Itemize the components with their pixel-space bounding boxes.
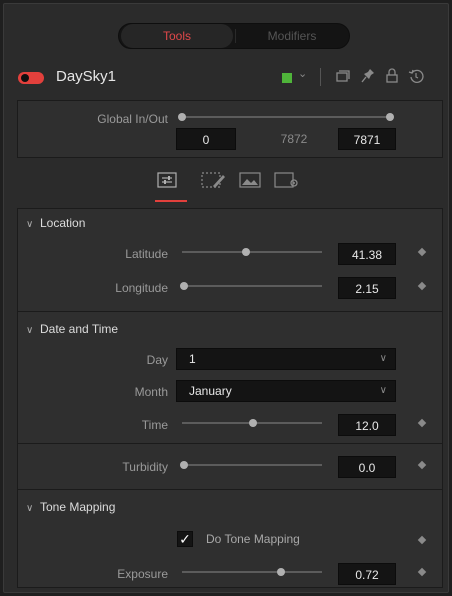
section-divider xyxy=(17,443,443,444)
latitude-slider-handle[interactable] xyxy=(242,248,250,256)
header-divider xyxy=(320,68,321,86)
chevron-down-icon: ∨ xyxy=(26,503,34,514)
section-divider xyxy=(17,311,443,312)
month-label: Month xyxy=(134,385,168,399)
tools-modifiers-toggle: Tools Modifiers xyxy=(118,23,350,49)
settings-tab-icon[interactable] xyxy=(274,172,300,188)
exposure-field[interactable]: 0.72 xyxy=(338,563,396,585)
versions-icon[interactable] xyxy=(334,67,350,85)
section-date-time-label: Date and Time xyxy=(40,322,119,336)
longitude-field[interactable]: 2.15 xyxy=(338,277,396,299)
global-in-field[interactable]: 0 xyxy=(176,128,236,150)
node-name: DaySky1 xyxy=(56,68,117,85)
latitude-label: Latitude xyxy=(125,247,168,261)
global-duration-value: 7872 xyxy=(280,132,308,146)
reset-icon[interactable] xyxy=(408,67,424,85)
chevron-down-icon: ∨ xyxy=(379,353,387,364)
longitude-slider-track[interactable] xyxy=(182,285,322,287)
global-out-field[interactable]: 7871 xyxy=(338,128,396,150)
toggle-divider xyxy=(235,29,236,43)
chevron-down-icon[interactable]: ⌄ xyxy=(298,67,307,80)
chevron-down-icon: ∨ xyxy=(26,325,34,336)
longitude-slider-handle[interactable] xyxy=(180,282,188,290)
time-field[interactable]: 12.0 xyxy=(338,414,396,436)
section-location-label: Location xyxy=(40,216,86,230)
time-slider-handle[interactable] xyxy=(249,419,257,427)
section-divider xyxy=(17,489,443,490)
tab-modifiers[interactable]: Modifiers xyxy=(237,24,347,48)
day-label: Day xyxy=(146,353,168,367)
global-in-out-label: Global In/Out xyxy=(97,112,168,126)
exposure-slider-track[interactable] xyxy=(182,571,322,573)
time-label: Time xyxy=(141,418,168,432)
turbidity-label: Turbidity xyxy=(122,460,168,474)
image-tab-icon[interactable] xyxy=(239,172,261,188)
node-enable-toggle[interactable] xyxy=(18,72,44,84)
do-tone-mapping-checkbox[interactable]: ✓ xyxy=(177,531,193,547)
month-dropdown[interactable]: January ∨ xyxy=(176,380,396,402)
chevron-down-icon: ∨ xyxy=(379,385,387,396)
chevron-down-icon: ∨ xyxy=(26,219,34,230)
global-range-track[interactable] xyxy=(182,116,390,118)
do-tone-mapping-label: Do Tone Mapping xyxy=(206,532,300,546)
tab-tools[interactable]: Tools xyxy=(121,24,233,48)
section-tone-mapping[interactable]: ∨ Tone Mapping xyxy=(26,500,115,514)
node-header: DaySky1 ⌄ xyxy=(4,62,450,92)
inspector-panel: Tools Modifiers DaySky1 ⌄ Global In/Out xyxy=(3,3,449,593)
active-tab-indicator xyxy=(155,200,187,202)
global-out-handle[interactable] xyxy=(386,113,394,121)
node-color-swatch[interactable] xyxy=(282,73,292,83)
day-dropdown[interactable]: 1 ∨ xyxy=(176,348,396,370)
section-tone-mapping-label: Tone Mapping xyxy=(40,500,116,514)
pin-icon[interactable] xyxy=(360,67,376,85)
turbidity-field[interactable]: 0.0 xyxy=(338,456,396,478)
day-value: 1 xyxy=(189,352,196,366)
global-in-handle[interactable] xyxy=(178,113,186,121)
longitude-label: Longitude xyxy=(115,281,168,295)
month-value: January xyxy=(189,384,232,398)
lock-icon[interactable] xyxy=(384,67,400,85)
turbidity-slider-track[interactable] xyxy=(182,464,322,466)
latitude-field[interactable]: 41.38 xyxy=(338,243,396,265)
paint-tab-icon[interactable] xyxy=(201,172,227,188)
turbidity-slider-handle[interactable] xyxy=(180,461,188,469)
section-location[interactable]: ∨ Location xyxy=(26,216,85,230)
exposure-label: Exposure xyxy=(117,567,168,581)
section-date-time[interactable]: ∨ Date and Time xyxy=(26,322,118,336)
exposure-slider-handle[interactable] xyxy=(277,568,285,576)
latitude-slider-track[interactable] xyxy=(182,251,322,253)
controls-tab-icon[interactable] xyxy=(157,172,177,188)
